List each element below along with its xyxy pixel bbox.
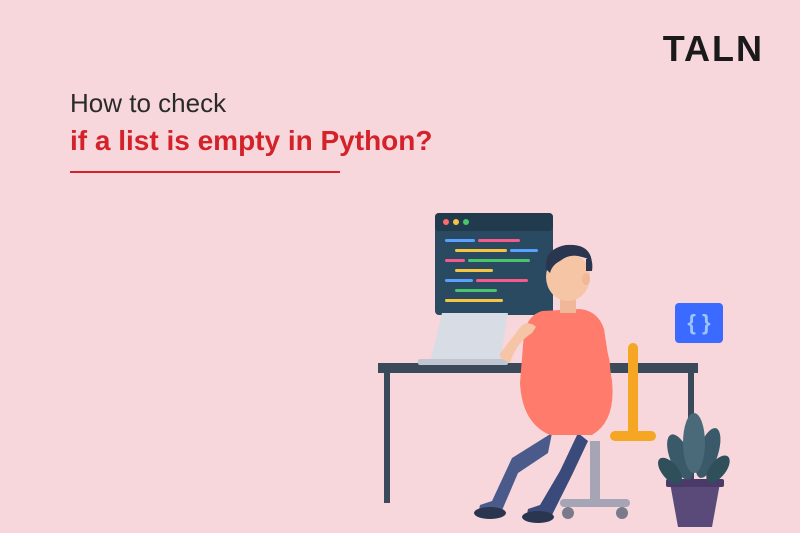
heading-underline xyxy=(70,171,340,173)
heading-main: if a list is empty in Python? xyxy=(70,125,433,157)
brand-logo: TALN xyxy=(663,28,764,70)
code-monitor-icon xyxy=(435,213,553,315)
developer-illustration: { } xyxy=(360,203,760,533)
article-heading: How to check if a list is empty in Pytho… xyxy=(70,88,433,173)
plant-icon xyxy=(654,413,735,527)
braces-badge-icon: { } xyxy=(675,303,723,343)
laptop-icon xyxy=(418,313,508,365)
heading-intro: How to check xyxy=(70,88,433,119)
svg-text:{ }: { } xyxy=(687,310,711,335)
